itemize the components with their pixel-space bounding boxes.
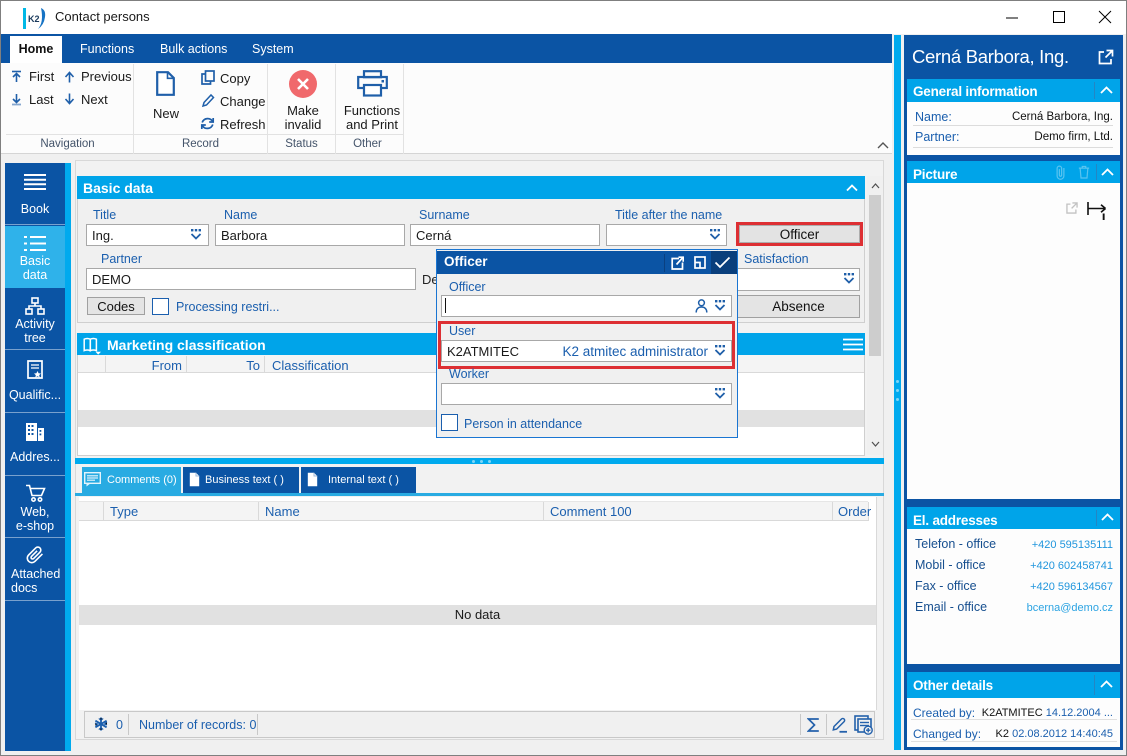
svg-text:K2: K2 [28,14,40,24]
